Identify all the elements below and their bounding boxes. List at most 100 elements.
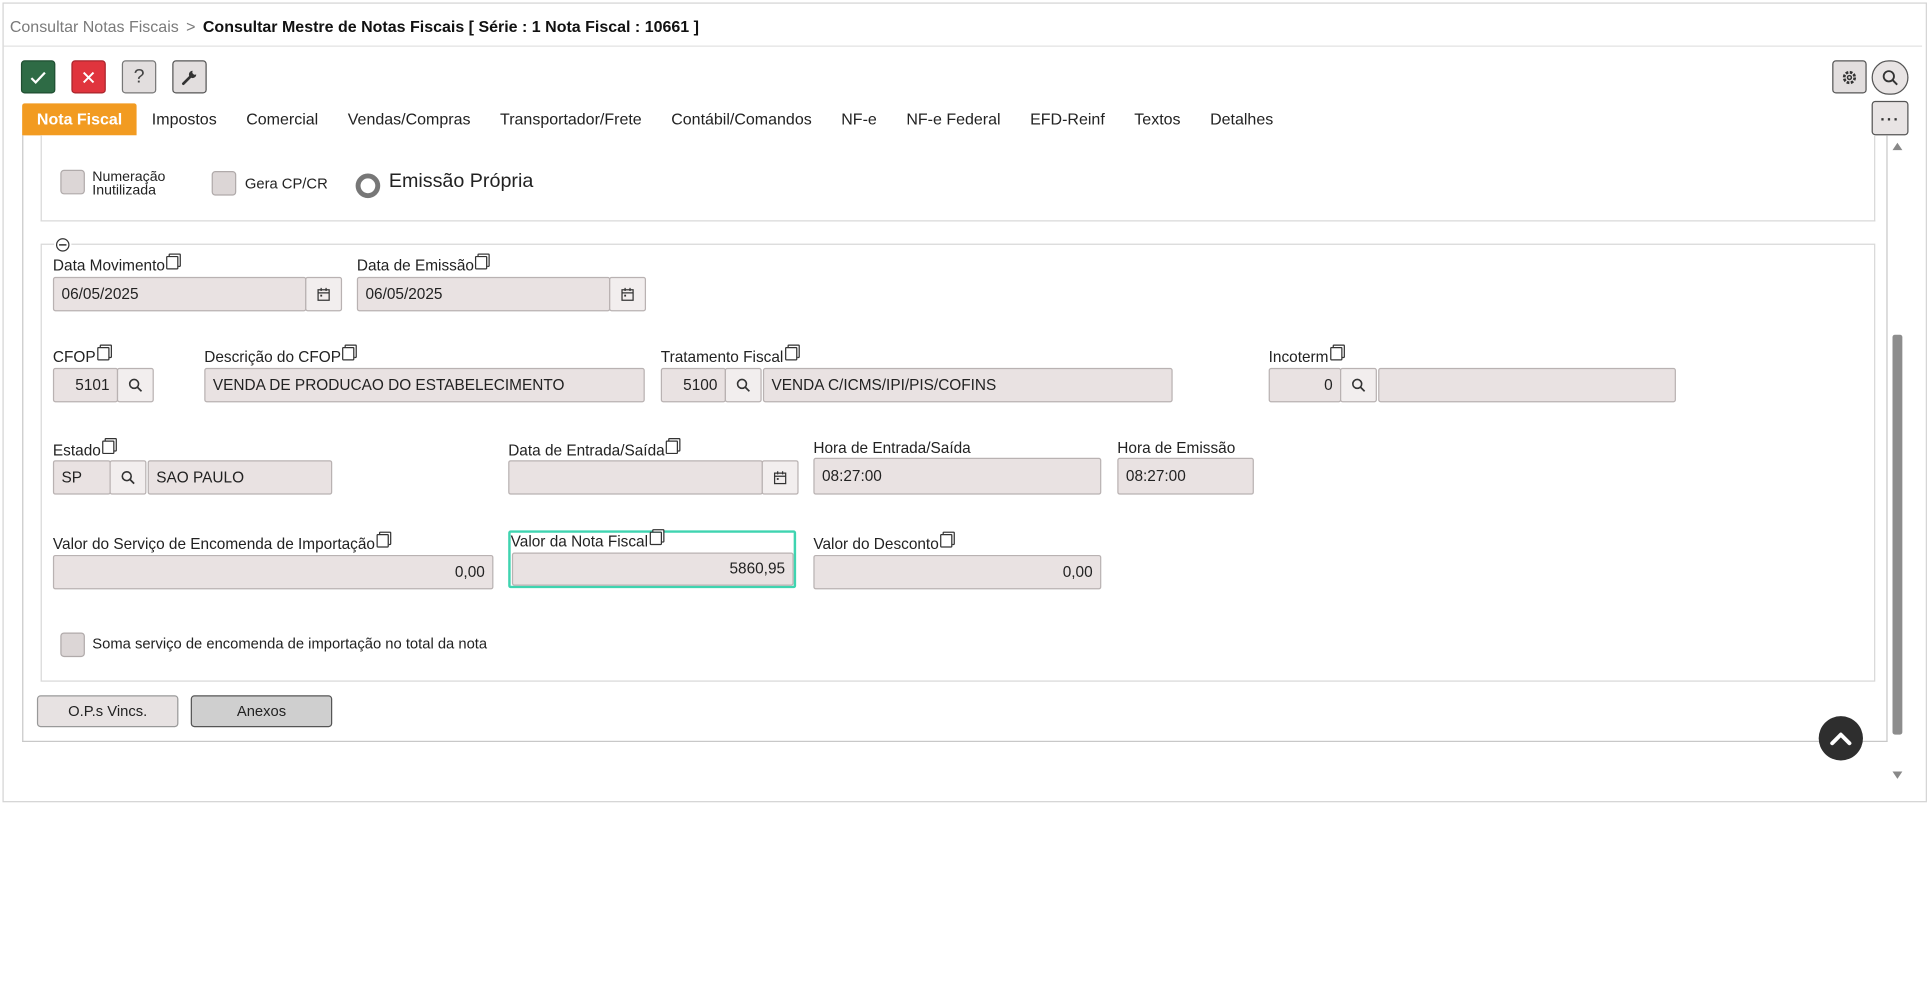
search-icon — [1882, 70, 1898, 86]
search-icon — [121, 470, 135, 485]
valor-servico-importacao-input[interactable]: 0,00 — [52, 554, 494, 590]
back-to-top-button[interactable] — [1818, 716, 1863, 761]
page-title: Consultar Mestre de Notas Fiscais [ Séri… — [202, 17, 699, 36]
cfop-input[interactable]: 5101 — [52, 367, 119, 403]
hora-emissao-input[interactable]: 08:27:00 — [1117, 457, 1254, 495]
gera-cp-cr-checkbox[interactable] — [211, 171, 237, 196]
incoterm-description-input[interactable] — [1378, 367, 1676, 403]
search-icon — [736, 378, 750, 392]
data-movimento-label: Data Movimento — [53, 255, 179, 274]
incoterm-label: Incoterm — [1269, 347, 1343, 365]
soma-servico-label: Soma serviço de encomenda de importação … — [92, 634, 488, 653]
tratamento-fiscal-label: Tratamento Fiscal — [661, 347, 797, 365]
tratamento-fiscal-code-input[interactable]: 5100 — [660, 367, 726, 403]
gear-icon — [1842, 70, 1857, 84]
settings-button[interactable] — [1832, 60, 1867, 94]
data-emissao-label: Data de Emissão — [357, 255, 488, 274]
hora-entrada-saida-label: Hora de Entrada/Saída — [813, 439, 971, 457]
soma-servico-checkbox[interactable] — [60, 632, 85, 658]
cfop-label: CFOP — [53, 347, 110, 365]
hora-entrada-saida-input[interactable]: 08:27:00 — [813, 457, 1102, 495]
cancel-button[interactable] — [71, 60, 106, 94]
cfop-search-button[interactable] — [116, 367, 154, 403]
copy-icon[interactable] — [940, 534, 953, 548]
tab-comercial[interactable]: Comercial — [231, 103, 333, 135]
scrollbar[interactable] — [1891, 138, 1903, 790]
copy-icon[interactable] — [649, 531, 662, 546]
emissao-propria-label: Emissão Própria — [388, 171, 534, 192]
valor-nota-fiscal-input[interactable]: 5860,95 — [511, 552, 794, 586]
help-button[interactable]: ? — [121, 60, 157, 94]
estado-name-input[interactable]: SAO PAULO — [147, 460, 333, 495]
search-icon — [128, 378, 143, 392]
search-icon — [1352, 378, 1366, 392]
tab-impostos[interactable]: Impostos — [137, 103, 231, 135]
tratamento-fiscal-search-button[interactable] — [724, 367, 762, 403]
estado-search-button[interactable] — [109, 460, 147, 495]
hora-emissao-label: Hora de Emissão — [1117, 439, 1236, 457]
incoterm-search-button[interactable] — [1340, 367, 1377, 403]
confirm-button[interactable] — [20, 60, 56, 94]
header-divider — [3, 45, 1923, 47]
estado-label: Estado — [53, 440, 115, 459]
copy-icon[interactable] — [1329, 347, 1343, 361]
close-icon — [82, 71, 95, 83]
numeracao-inutilizada-checkbox[interactable] — [60, 169, 85, 195]
tab-textos[interactable]: Textos — [1120, 103, 1196, 135]
copy-icon[interactable] — [376, 534, 389, 548]
data-emissao-input[interactable]: 06/05/2025 — [356, 276, 611, 312]
tools-button[interactable] — [172, 60, 207, 94]
more-tabs-button[interactable]: ··· — [1871, 100, 1909, 136]
scroll-up-icon[interactable] — [1891, 142, 1903, 152]
tab-nfe-federal[interactable]: NF-e Federal — [892, 103, 1016, 135]
calendar-icon — [317, 287, 330, 301]
check-icon — [30, 71, 46, 84]
calendar-icon — [773, 471, 787, 485]
wrench-icon — [181, 70, 197, 85]
descricao-cfop-label: Descrição do CFOP — [204, 347, 355, 365]
copy-icon[interactable] — [475, 255, 488, 270]
search-button[interactable] — [1871, 60, 1909, 95]
calendar-icon — [621, 287, 634, 301]
data-entrada-saida-label: Data de Entrada/Saída — [508, 440, 679, 459]
scroll-down-icon[interactable] — [1891, 770, 1903, 780]
valor-nota-fiscal-label: Valor da Nota Fiscal — [511, 531, 662, 550]
data-entrada-saida-calendar-button[interactable] — [761, 460, 799, 495]
tab-vendas-compras[interactable]: Vendas/Compras — [333, 103, 485, 135]
data-movimento-calendar-button[interactable] — [305, 276, 343, 312]
tab-detalhes[interactable]: Detalhes — [1195, 103, 1288, 135]
tab-efd-reinf[interactable]: EFD-Reinf — [1015, 103, 1119, 135]
breadcrumb: Consultar Notas Fiscais > Consultar Mestre… — [10, 17, 699, 35]
numeracao-inutilizada-label: Numeração Inutilizada — [92, 169, 166, 199]
copy-icon[interactable] — [342, 347, 355, 361]
descricao-cfop-input[interactable]: VENDA DE PRODUCAO DO ESTABELECIMENTO — [204, 367, 645, 403]
copy-icon[interactable] — [784, 347, 797, 361]
valor-desconto-label: Valor do Desconto — [813, 534, 953, 552]
breadcrumb-parent[interactable]: Consultar Notas Fiscais — [10, 17, 179, 35]
valor-servico-importacao-label: Valor do Serviço de Encomenda de Importa… — [53, 534, 389, 552]
copy-icon[interactable] — [102, 440, 115, 455]
estado-code-input[interactable]: SP — [52, 460, 111, 495]
breadcrumb-separator: > — [186, 17, 196, 36]
data-emissao-calendar-button[interactable] — [609, 276, 647, 312]
minus-circle-icon[interactable] — [55, 237, 70, 252]
copy-icon[interactable] — [665, 440, 679, 455]
emissao-propria-radio[interactable] — [355, 173, 381, 199]
tab-transportador-frete[interactable]: Transportador/Frete — [485, 103, 656, 135]
copy-icon[interactable] — [166, 255, 179, 270]
data-entrada-saida-input[interactable] — [508, 460, 763, 495]
copy-icon[interactable] — [96, 347, 110, 361]
gera-cp-cr-label: Gera CP/CR — [244, 174, 328, 192]
data-movimento-input[interactable]: 06/05/2025 — [52, 276, 307, 312]
anexos-button[interactable]: Anexos — [190, 695, 333, 728]
tab-bar: Nota Fiscal Impostos Comercial Vendas/Co… — [22, 103, 1288, 136]
ops-vincs-button[interactable]: O.P.s Vincs. — [36, 695, 179, 728]
tab-contabil-comandos[interactable]: Contábil/Comandos — [656, 103, 826, 135]
incoterm-code-input[interactable]: 0 — [1268, 367, 1342, 403]
tratamento-fiscal-description-input[interactable]: VENDA C/ICMS/IPI/PIS/COFINS — [762, 367, 1173, 403]
chevron-up-icon — [1830, 732, 1852, 746]
tab-nfe[interactable]: NF-e — [826, 103, 891, 135]
scrollbar-thumb[interactable] — [1892, 334, 1903, 735]
valor-desconto-input[interactable]: 0,00 — [813, 554, 1102, 590]
tab-nota-fiscal[interactable]: Nota Fiscal — [22, 103, 138, 136]
